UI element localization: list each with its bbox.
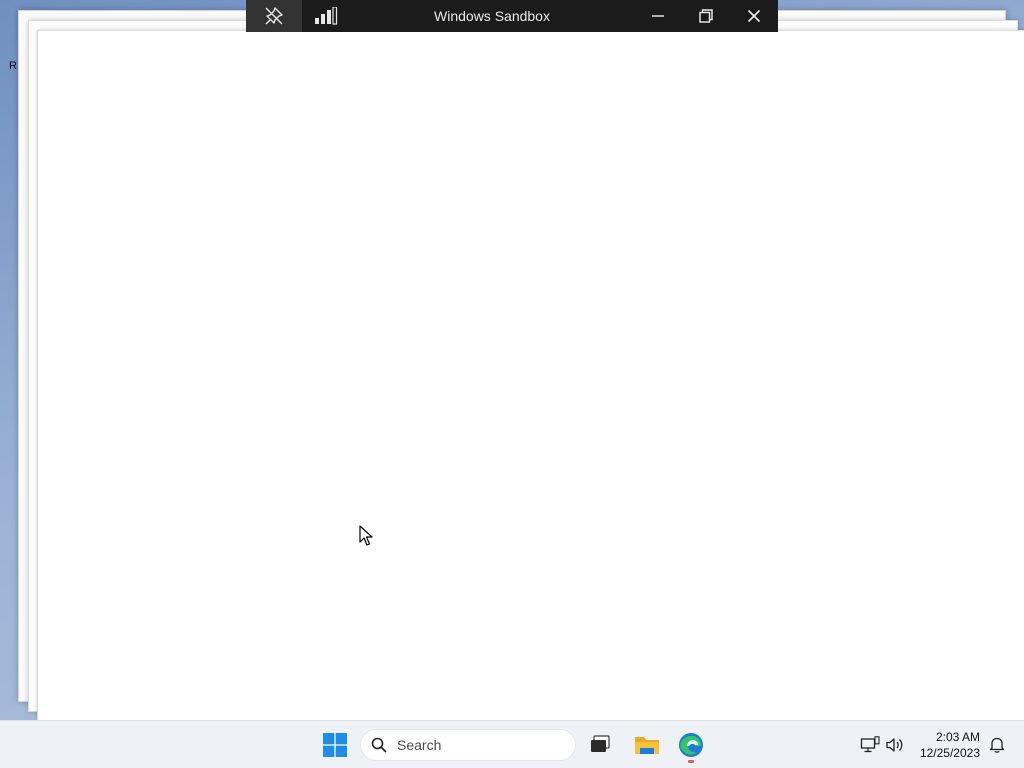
- folder-icon: [635, 737, 659, 754]
- connection-quality-button[interactable]: [302, 0, 350, 32]
- signal-bars-icon: [315, 7, 338, 25]
- task-view-icon: [591, 735, 610, 752]
- pin-off-icon: [265, 7, 283, 25]
- system-clock[interactable]: 2:03 AM 12/25/2023: [920, 729, 980, 761]
- clock-time: 2:03 AM: [935, 730, 980, 744]
- task-view-button[interactable]: [582, 727, 618, 763]
- network-status-button[interactable]: [859, 733, 881, 757]
- search-placeholder: Search: [397, 737, 442, 753]
- volume-icon: [886, 738, 903, 752]
- close-icon: [747, 9, 761, 23]
- clock-date: 12/25/2023: [919, 746, 980, 760]
- file-explorer-button[interactable]: [629, 727, 665, 763]
- windows-logo-icon: [323, 733, 347, 757]
- bell-icon: [989, 737, 1005, 753]
- taskbar-search-box[interactable]: Search: [360, 729, 576, 761]
- restore-icon: [699, 9, 713, 23]
- search-icon: [371, 737, 387, 753]
- start-button[interactable]: [318, 727, 352, 763]
- taskbar: Search 2:03 AM 12/25/2023: [0, 720, 1024, 768]
- main-window[interactable]: [37, 30, 1024, 720]
- notification-button[interactable]: [986, 733, 1008, 757]
- window-title: Windows Sandbox: [434, 8, 550, 24]
- network-icon: [860, 736, 880, 753]
- minimize-button[interactable]: [634, 0, 682, 32]
- pin-button[interactable]: [246, 0, 302, 32]
- close-button[interactable]: [730, 0, 778, 32]
- restore-button[interactable]: [682, 0, 730, 32]
- desktop-edge-text: R: [9, 60, 17, 72]
- volume-button[interactable]: [884, 733, 906, 757]
- edge-browser-button[interactable]: [673, 727, 709, 763]
- edge-icon: [679, 733, 703, 757]
- edge-running-indicator: [688, 760, 694, 763]
- remote-connection-bar: Windows Sandbox: [246, 0, 778, 32]
- minimize-icon: [652, 15, 664, 17]
- mouse-cursor-icon: [359, 525, 373, 546]
